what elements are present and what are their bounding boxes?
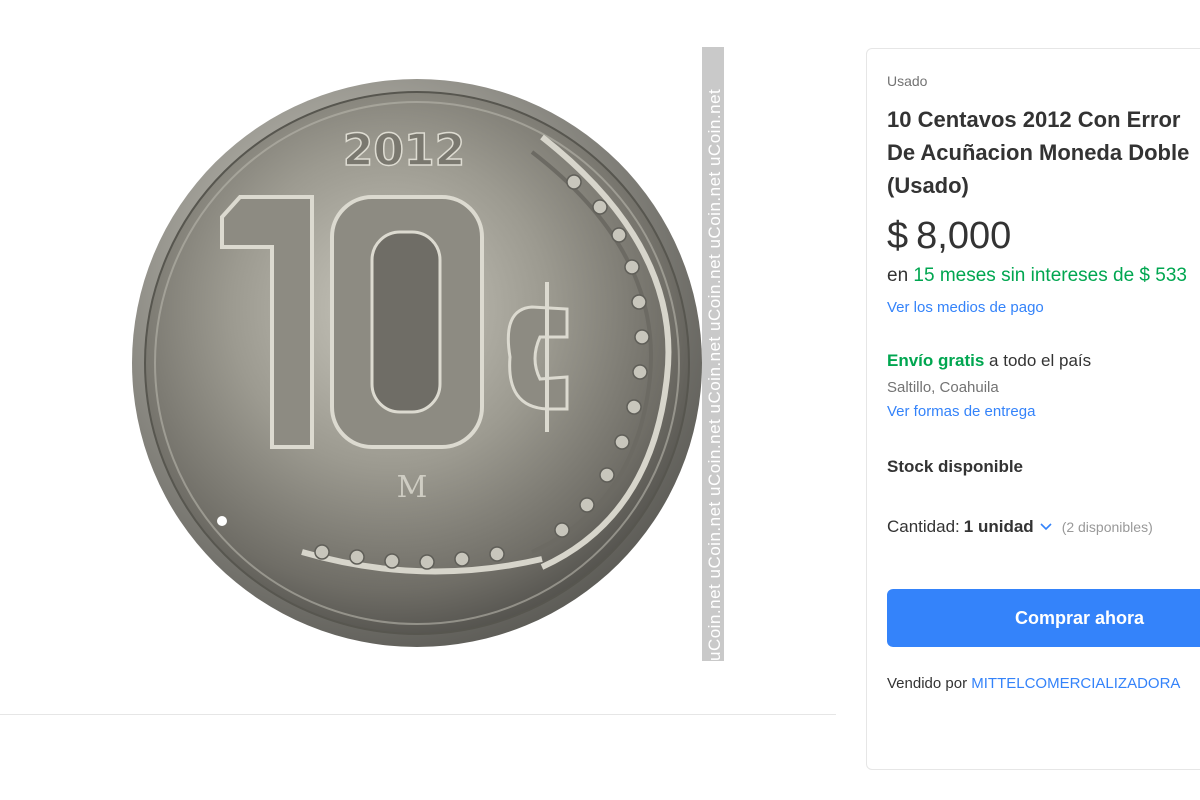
coin-image: 2012 M <box>132 79 702 647</box>
delivery-options-link[interactable]: Ver formas de entrega <box>887 403 1035 420</box>
shipping-info: Envío gratis a todo el país <box>887 351 1091 371</box>
quantity-value: 1 unidad <box>963 517 1034 536</box>
shipping-scope: a todo el país <box>989 351 1092 370</box>
installments-info: en 15 meses sin intereses de $ 533 <box>887 265 1187 287</box>
chevron-down-icon <box>1040 523 1052 531</box>
buy-now-button[interactable]: Comprar ahora <box>887 589 1200 647</box>
product-title-line: De Acuñacion Moneda Doble <box>887 140 1190 165</box>
watermark-text: uCoin.net uCoin.net uCoin.net uCoin.net … <box>705 88 724 661</box>
seller-prefix: Vendido por <box>887 675 968 692</box>
quantity-dropdown[interactable]: 1 unidad <box>964 517 1052 537</box>
product-gallery: 2012 M uCoin.net uCoin.net uCoin.net uCo… <box>0 0 836 715</box>
product-title-line: (Usado) <box>887 173 969 198</box>
free-shipping-label: Envío gratis <box>887 351 985 370</box>
watermark-strip: uCoin.net uCoin.net uCoin.net uCoin.net … <box>702 47 724 661</box>
payment-methods-link[interactable]: Ver los medios de pago <box>887 299 1044 316</box>
seller-name-link[interactable]: MITTELCOMERCIALIZADORA <box>971 675 1180 692</box>
product-info-panel: Usado 10 Centavos 2012 Con Error De Acuñ… <box>866 48 1200 770</box>
quantity-selector: Cantidad: 1 unidad (2 disponibles) <box>887 517 1153 537</box>
seller-info: Vendido por MITTELCOMERCIALIZADORA <box>887 675 1180 692</box>
product-photo[interactable]: 2012 M uCoin.net uCoin.net uCoin.net uCo… <box>122 47 724 661</box>
price: $ 8,000 <box>887 215 1011 258</box>
price-value: 8,000 <box>916 215 1012 257</box>
coin-year: 2012 <box>343 125 465 176</box>
condition-label: Usado <box>887 73 928 89</box>
quantity-available: (2 disponibles) <box>1061 519 1153 535</box>
installments-prefix: en <box>887 265 909 286</box>
stock-status: Stock disponible <box>887 457 1024 476</box>
product-title-line: 10 Centavos 2012 Con Error <box>887 107 1181 132</box>
seller-location: Saltillo, Coahuila <box>887 379 999 396</box>
gallery-divider <box>0 714 836 715</box>
price-symbol: $ <box>887 215 909 257</box>
svg-text:M: M <box>397 470 428 505</box>
installments-highlight: 15 meses sin intereses de $ 533 <box>913 265 1187 286</box>
quantity-label: Cantidad: <box>887 517 960 536</box>
product-title: 10 Centavos 2012 Con Error De Acuñacion … <box>887 103 1200 202</box>
